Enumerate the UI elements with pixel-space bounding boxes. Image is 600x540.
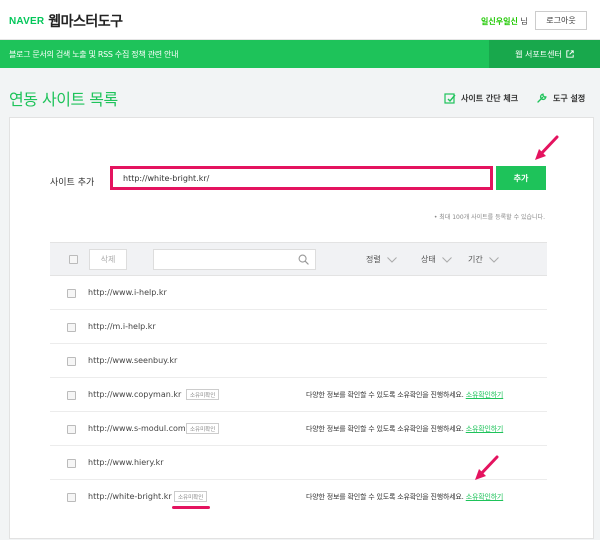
row-checkbox[interactable]: [67, 459, 76, 468]
site-url[interactable]: http://white-bright.kr: [88, 492, 172, 501]
sort-dropdown[interactable]: 정렬: [366, 254, 397, 265]
highlight-underline: [172, 506, 210, 509]
web-support-center-button[interactable]: 웹 서포트센터: [489, 40, 600, 68]
select-all-checkbox[interactable]: [69, 255, 78, 264]
row-checkbox[interactable]: [67, 357, 76, 366]
chevron-down-icon: [488, 256, 499, 263]
sort-label: 정렬: [366, 255, 381, 264]
site-url[interactable]: http://www.copyman.kr: [88, 390, 181, 399]
product-name: 웹마스터도구: [48, 14, 123, 30]
status-label: 상태: [421, 255, 436, 264]
site-row: http://www.copyman.kr 소유미확인 다양한 정보를 확인할 …: [50, 378, 547, 412]
search-icon[interactable]: [298, 254, 309, 265]
verify-ownership-link[interactable]: 소유확인하기: [466, 425, 504, 433]
site-list-panel: 사이트 추가 추가 • 최대 100개 사이트를 등록할 수 있습니다. 삭제 …: [9, 117, 594, 539]
site-check-button[interactable]: 사이트 간단 체크: [444, 92, 518, 104]
verify-message-text: 다양한 정보를 확인할 수 있도록 소유확인을 진행하세요.: [306, 425, 464, 433]
external-link-icon: [566, 50, 574, 58]
naver-webmaster-logo[interactable]: NAVER 웹마스터도구: [9, 11, 123, 31]
logout-button[interactable]: 로그아웃: [535, 11, 587, 30]
verify-message-text: 다양한 정보를 확인할 수 있도록 소유확인을 진행하세요.: [306, 493, 464, 501]
row-checkbox[interactable]: [67, 493, 76, 502]
pointer-arrow-icon: [535, 135, 559, 160]
site-row: http://www.i-help.kr: [50, 276, 547, 310]
verify-message: 다양한 정보를 확인할 수 있도록 소유확인을 진행하세요. 소유확인하기: [306, 390, 503, 400]
site-url[interactable]: http://www.seenbuy.kr: [88, 356, 177, 365]
user-suffix: 님: [517, 17, 528, 26]
delete-button[interactable]: 삭제: [89, 249, 127, 270]
site-url[interactable]: http://www.s-modul.com: [88, 424, 186, 433]
notice-link[interactable]: 블로그 문서의 검색 노출 및 RSS 수집 정책 관련 안내: [9, 49, 178, 60]
naver-logo: NAVER: [9, 15, 45, 27]
site-url-input[interactable]: [110, 166, 493, 190]
site-url[interactable]: http://www.hiery.kr: [88, 458, 164, 467]
row-checkbox[interactable]: [67, 289, 76, 298]
edit-check-icon: [444, 93, 456, 104]
row-checkbox[interactable]: [67, 425, 76, 434]
period-label: 기간: [468, 255, 483, 264]
support-center-label: 웹 서포트센터: [515, 49, 562, 59]
site-url[interactable]: http://m.i-help.kr: [88, 322, 156, 331]
ownership-unverified-badge: 소유미확인: [174, 491, 208, 502]
add-site-button[interactable]: 추가: [496, 166, 546, 190]
verify-message: 다양한 정보를 확인할 수 있도록 소유확인을 진행하세요. 소유확인하기: [306, 424, 503, 434]
user-greeting[interactable]: 일신우일신 님: [481, 16, 528, 27]
site-row: http://m.i-help.kr: [50, 310, 547, 344]
site-limit-note: • 최대 100개 사이트를 등록할 수 있습니다.: [433, 214, 545, 221]
page-title: 연동 사이트 목록: [9, 90, 118, 109]
status-dropdown[interactable]: 상태: [421, 254, 452, 265]
user-name-text: 일신우일신: [481, 17, 518, 26]
ownership-unverified-badge: 소유미확인: [186, 423, 220, 434]
period-dropdown[interactable]: 기간: [468, 254, 499, 265]
pointer-arrow-icon: [475, 455, 499, 480]
verify-ownership-link[interactable]: 소유확인하기: [466, 391, 504, 399]
verify-message: 다양한 정보를 확인할 수 있도록 소유확인을 진행하세요. 소유확인하기: [306, 492, 503, 502]
site-url[interactable]: http://www.i-help.kr: [88, 288, 167, 297]
add-site-label: 사이트 추가: [50, 178, 95, 188]
site-row: http://white-bright.kr 소유미확인 다양한 정보를 확인할…: [50, 480, 547, 514]
chevron-down-icon: [386, 256, 397, 263]
wrench-icon: [537, 93, 547, 103]
ownership-unverified-badge: 소유미확인: [186, 389, 220, 400]
list-toolbar: 삭제 정렬 상태 기간: [50, 242, 547, 276]
site-row: http://www.seenbuy.kr: [50, 344, 547, 378]
tool-settings-button[interactable]: 도구 설정: [536, 92, 585, 104]
tool-settings-label: 도구 설정: [553, 93, 586, 103]
site-search-input[interactable]: [154, 253, 292, 272]
site-row: http://www.s-modul.com 소유미확인 다양한 정보를 확인할…: [50, 412, 547, 446]
site-search-box: [153, 249, 316, 272]
notice-banner: 블로그 문서의 검색 노출 및 RSS 수집 정책 관련 안내 웹 서포트센터: [0, 40, 600, 68]
row-checkbox[interactable]: [67, 391, 76, 400]
verify-ownership-link[interactable]: 소유확인하기: [466, 493, 504, 501]
row-checkbox[interactable]: [67, 323, 76, 332]
top-header: NAVER 웹마스터도구 일신우일신 님 로그아웃: [0, 0, 600, 40]
site-check-label: 사이트 간단 체크: [461, 93, 519, 103]
chevron-down-icon: [441, 256, 452, 263]
verify-message-text: 다양한 정보를 확인할 수 있도록 소유확인을 진행하세요.: [306, 391, 464, 399]
